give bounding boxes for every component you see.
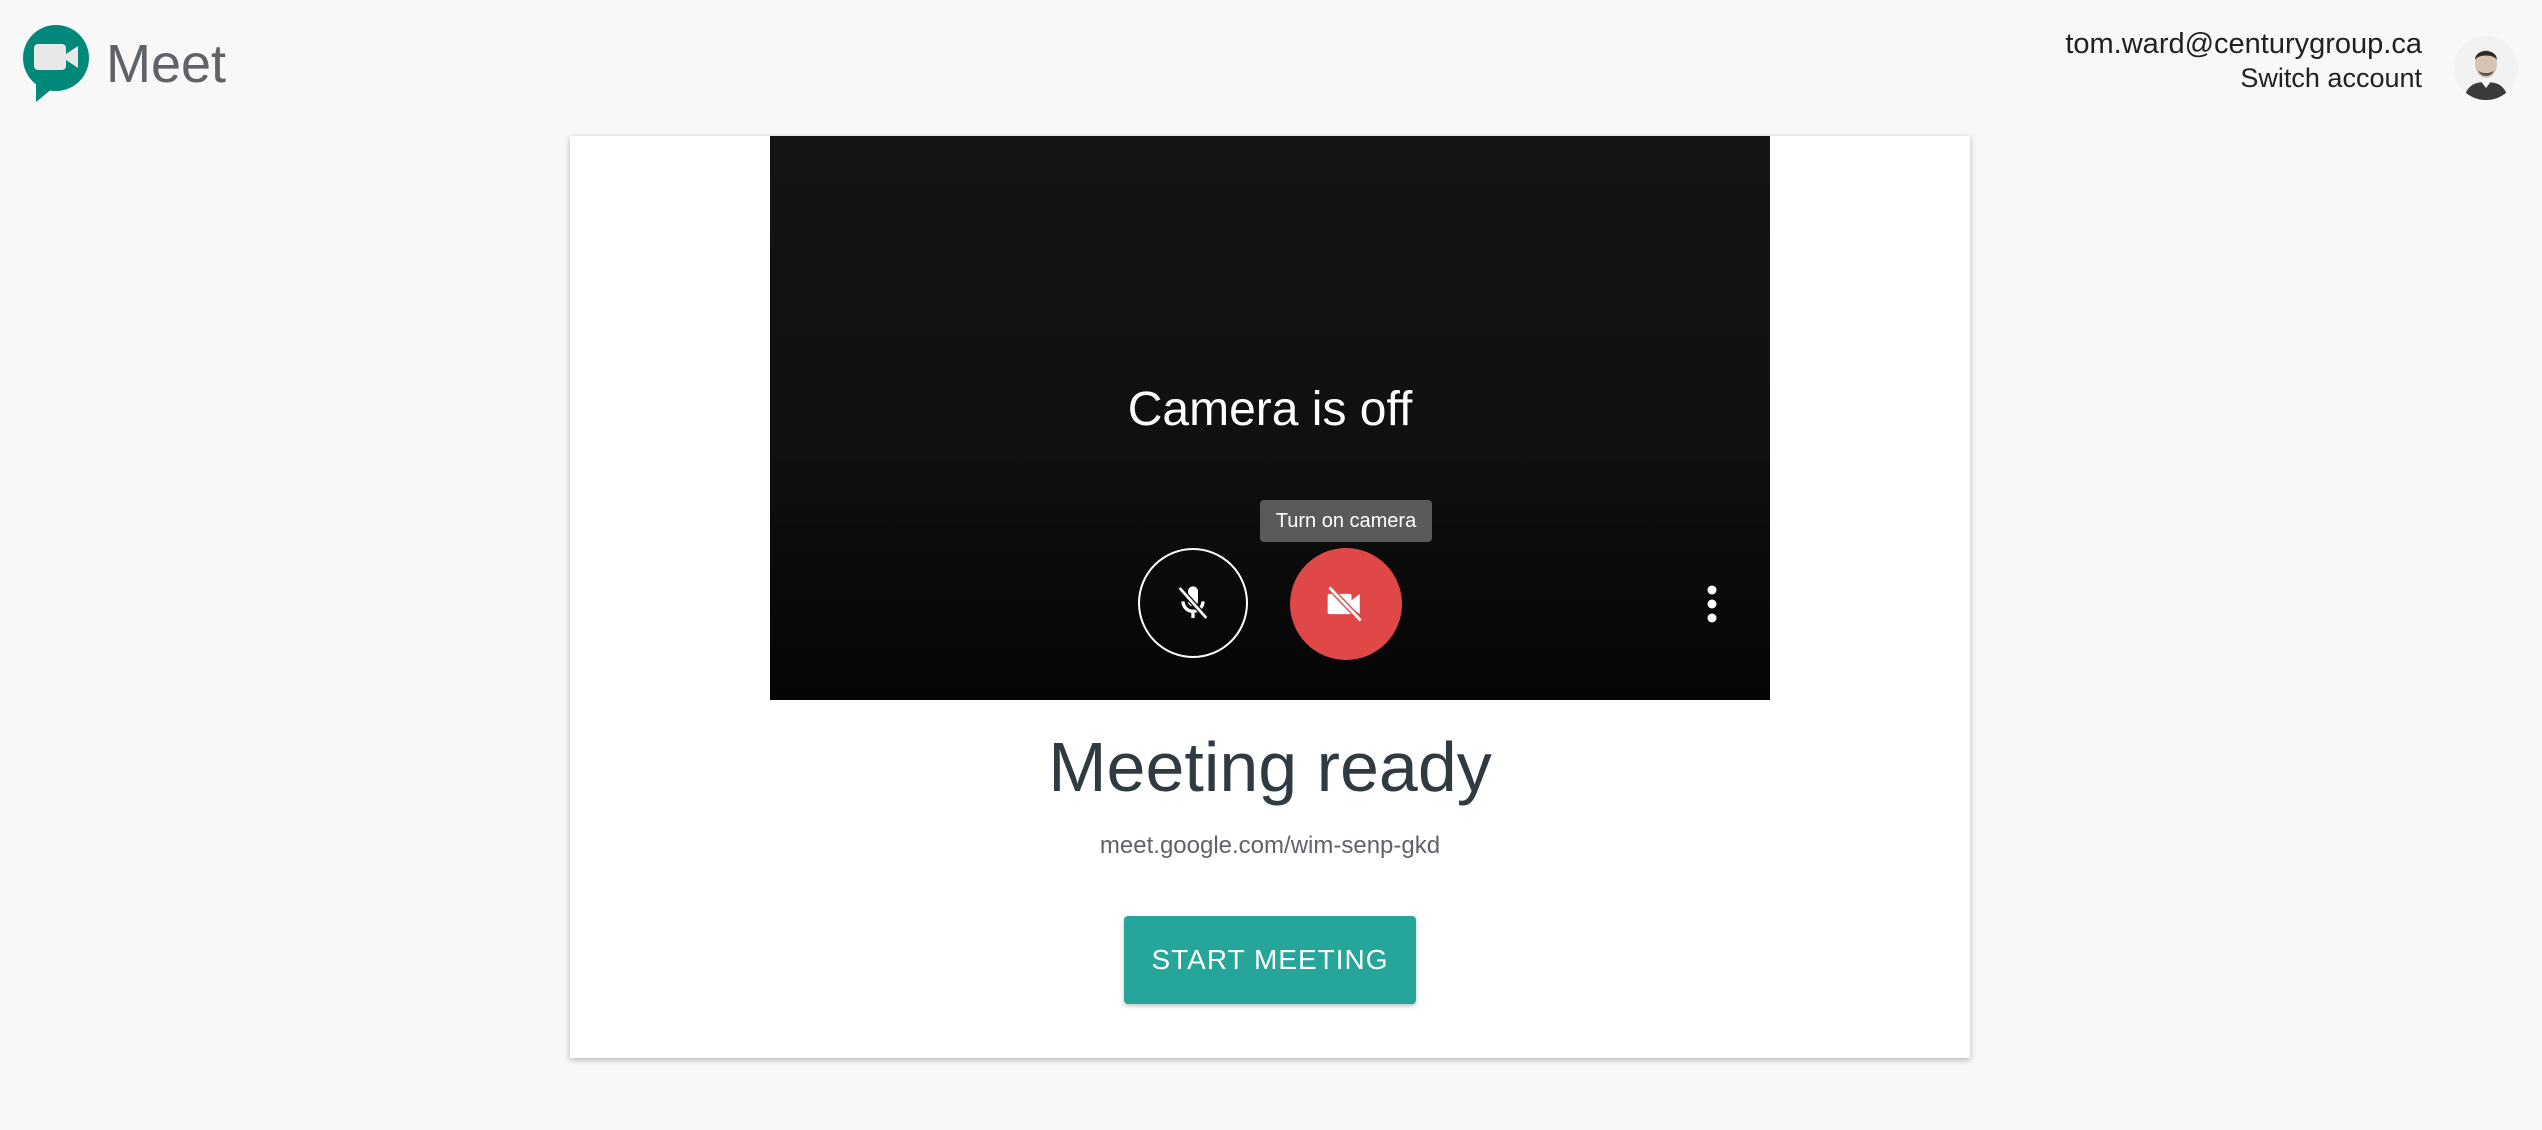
account-info: tom.ward@centurygroup.ca Switch account: [2065, 26, 2422, 94]
toggle-camera-button[interactable]: [1290, 548, 1402, 660]
meeting-link: meet.google.com/wim-senp-gkd: [1099, 832, 1441, 859]
start-meeting-button[interactable]: START MEETING: [1124, 916, 1416, 1004]
account-email: tom.ward@centurygroup.ca: [2065, 28, 2422, 60]
toggle-mic-button[interactable]: [1138, 548, 1248, 658]
meeting-card: Camera is off Turn on camera Meeting rea…: [570, 136, 1970, 1058]
camera-status-text: Camera is off: [1127, 383, 1413, 436]
top-bar: Meet tom.ward@centurygroup.ca Switch acc…: [0, 0, 2542, 130]
switch-account-link[interactable]: Switch account: [2065, 62, 2422, 94]
meet-logo[interactable]: Meet: [22, 24, 226, 104]
mic-off-icon: [1177, 586, 1209, 620]
app-name: Meet: [106, 34, 227, 94]
avatar[interactable]: [2454, 36, 2518, 100]
videocam-off-icon: [1327, 585, 1363, 623]
more-options-button[interactable]: [1692, 576, 1732, 632]
more-vert-icon: [1707, 585, 1717, 623]
meeting-title: Meeting ready: [1048, 728, 1492, 806]
meet-camera-logo-icon: [22, 24, 90, 104]
camera-tooltip: Turn on camera: [1260, 500, 1432, 542]
video-preview: Camera is off Turn on camera: [770, 136, 1770, 700]
